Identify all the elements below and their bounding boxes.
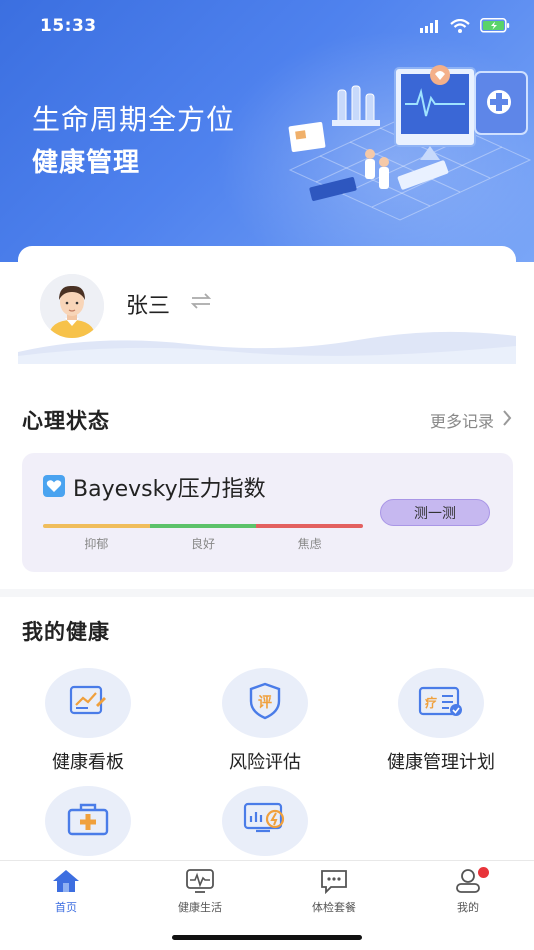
monitor-report-icon — [242, 801, 288, 841]
chart-board-icon — [68, 683, 108, 723]
tab-label: 首页 — [55, 901, 77, 914]
heart-badge-icon — [43, 475, 65, 497]
health-section-title: 我的健康 — [22, 620, 110, 644]
tab-mine[interactable]: 我的 — [408, 867, 528, 915]
tab-label: 体检套餐 — [312, 901, 356, 914]
scale-label: 良好 — [191, 537, 216, 551]
medical-kit-icon — [66, 801, 110, 841]
tab-healthy-life[interactable]: 健康生活 — [140, 869, 260, 915]
health-item-label: 风险评估 — [229, 752, 301, 773]
home-indicator — [172, 935, 362, 940]
more-records-label: 更多记录 — [429, 412, 494, 431]
measure-button[interactable]: 测一测 — [380, 499, 490, 526]
medical-illustration — [280, 50, 534, 225]
health-plan-item[interactable]: 疗 健康管理计划 — [356, 668, 526, 774]
hero-banner: 15:33 生命周期全方位 健康管理 — [0, 0, 534, 262]
stress-scale-bar — [43, 524, 363, 528]
chevron-right-icon — [502, 409, 512, 431]
risk-assessment-icon: 评 — [245, 681, 285, 725]
scale-segment-anxious — [256, 524, 363, 528]
more-records-link[interactable]: 更多记录 — [430, 408, 512, 432]
user-avatar[interactable] — [40, 274, 104, 338]
medical-kit-item[interactable] — [3, 786, 173, 856]
tab-label: 健康生活 — [178, 901, 222, 914]
monitor-report-item[interactable] — [180, 786, 350, 856]
stress-scale-labels: 抑郁 良好 焦虑 — [43, 535, 363, 552]
section-divider — [0, 589, 534, 597]
health-item-label: 健康管理计划 — [387, 752, 495, 773]
ecg-monitor-icon — [185, 868, 215, 898]
cellular-signal-icon — [420, 18, 440, 37]
scale-segment-good — [149, 524, 257, 528]
scale-label: 抑郁 — [84, 537, 109, 551]
status-time: 15:33 — [40, 16, 97, 36]
stress-index-card[interactable]: Bayevsky压力指数 抑郁 良好 焦虑 测一测 — [22, 453, 513, 572]
hero-subtitle: 健康管理 — [32, 148, 141, 178]
notification-badge — [478, 867, 489, 878]
profile-name: 张三 — [126, 294, 171, 319]
swap-arrows-icon[interactable] — [190, 292, 212, 310]
decorative-wave — [18, 331, 516, 364]
profile-card[interactable]: 张三 — [18, 246, 516, 364]
treatment-plan-icon: 疗 — [418, 683, 464, 723]
svg-text:评: 评 — [258, 695, 272, 711]
tab-label: 我的 — [457, 901, 479, 914]
status-bar: 15:33 — [0, 0, 534, 52]
tab-checkup-packages[interactable]: 体检套餐 — [274, 869, 394, 915]
psych-section-title: 心理状态 — [22, 409, 110, 433]
stress-index-title: Bayevsky压力指数 — [73, 477, 266, 502]
scale-segment-depressed — [43, 524, 150, 528]
scale-label: 焦虑 — [297, 537, 322, 551]
risk-assessment-item[interactable]: 评 风险评估 — [180, 668, 350, 774]
hero-title: 生命周期全方位 — [32, 103, 236, 136]
health-board-item[interactable]: 健康看板 — [3, 668, 173, 774]
health-item-label: 健康看板 — [52, 752, 124, 773]
chat-bubble-icon — [319, 868, 349, 898]
home-icon — [51, 868, 81, 898]
wifi-icon — [450, 18, 470, 37]
battery-icon — [480, 18, 510, 37]
tab-home[interactable]: 首页 — [6, 869, 126, 915]
svg-text:疗: 疗 — [425, 695, 437, 710]
